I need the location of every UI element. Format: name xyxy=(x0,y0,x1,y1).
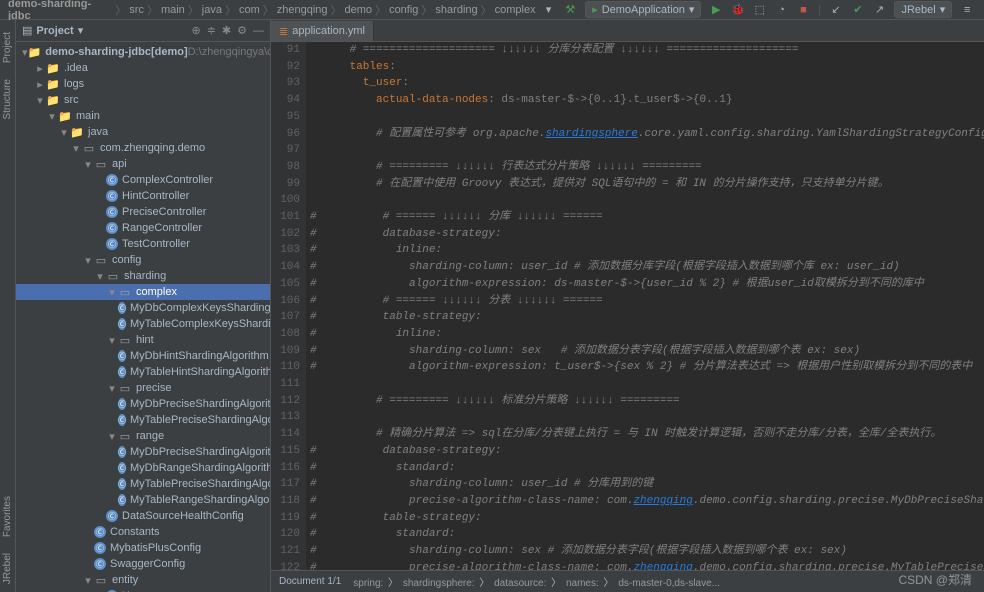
line-number-gutter: 91 92 93 94 95 96 97 98 99 100 101 102 1… xyxy=(271,42,306,570)
tree-item[interactable]: ⒸMyDbPreciseShardingAlgorithm xyxy=(16,444,270,460)
git-update-icon[interactable]: ↙ xyxy=(828,2,844,18)
tree-item[interactable]: ⒸDataSourceHealthConfig xyxy=(16,508,270,524)
git-commit-icon[interactable]: ✔ xyxy=(850,2,866,18)
tree-item[interactable]: ⒸRangeController xyxy=(16,220,270,236)
bc-root[interactable]: demo-sharding-jdbc xyxy=(6,0,114,22)
status-bar: Document 1/1 spring: 〉 shardingsphere: 〉… xyxy=(271,570,984,592)
hide-icon[interactable]: — xyxy=(253,25,264,37)
tree-item[interactable]: ⒸMyTableRangeShardingAlgorithm xyxy=(16,492,270,508)
tree-item[interactable]: ▾▭com.zhengqing.demo xyxy=(16,140,270,156)
stop-icon[interactable]: ■ xyxy=(796,2,812,18)
project-tree[interactable]: ▾📁demo-sharding-jdbc [demo] D:\zhengqing… xyxy=(16,42,270,592)
tree-item[interactable]: ▾📁src xyxy=(16,92,270,108)
tree-item[interactable]: ▸📁.idea xyxy=(16,60,270,76)
select-opened-icon[interactable]: ⊕ xyxy=(191,24,200,37)
tree-item[interactable]: ▾📁demo-sharding-jdbc [demo] D:\zhengqing… xyxy=(16,44,270,60)
tree-item[interactable]: ⒸMyDbRangeShardingAlgorithm xyxy=(16,460,270,476)
panel-menu-icon[interactable]: ▤ xyxy=(22,24,32,37)
tree-item[interactable]: ▾▭hint xyxy=(16,332,270,348)
tree-item[interactable]: ▾▭entity xyxy=(16,572,270,588)
gutter-structure[interactable]: Structure xyxy=(0,71,15,128)
git-push-icon[interactable]: ↗ xyxy=(872,2,888,18)
gutter-favorites[interactable]: Favorites xyxy=(0,488,15,545)
tree-item[interactable]: ⒸHintController xyxy=(16,188,270,204)
tree-item[interactable]: ⒸUser xyxy=(16,588,270,592)
tree-item[interactable]: ▾▭api xyxy=(16,156,270,172)
watermark: CSDN @郑清 xyxy=(898,571,972,588)
tree-item[interactable]: ⒸMyDbHintShardingAlgorithm xyxy=(16,348,270,364)
tree-item[interactable]: ⒸMyTablePreciseShardingAlgorithm xyxy=(16,476,270,492)
profile-icon[interactable]: ◔ xyxy=(774,2,790,18)
tree-item[interactable]: ▾▭sharding xyxy=(16,268,270,284)
tree-item[interactable]: ⒸMyDbComplexKeysShardingAlgorithm xyxy=(16,300,270,316)
hammer-icon[interactable]: ⚒ xyxy=(562,2,578,18)
tree-item[interactable]: ▾▭complex xyxy=(16,284,270,300)
jrebel-selector[interactable]: JRebel▾ xyxy=(894,1,952,18)
tree-item[interactable]: ▸📁logs xyxy=(16,76,270,92)
coverage-icon[interactable]: ⬚ xyxy=(752,2,768,18)
tree-item[interactable]: ⒸMyTableHintShardingAlgorithm xyxy=(16,364,270,380)
tree-item[interactable]: ⒸMyTablePreciseShardingAlgorithm xyxy=(16,412,270,428)
tree-item[interactable]: ⒸComplexController xyxy=(16,172,270,188)
collapse-icon[interactable]: ✱ xyxy=(222,24,231,37)
menu-icon[interactable]: ≡ xyxy=(959,2,975,18)
tree-item[interactable]: ▾📁main xyxy=(16,108,270,124)
tree-item[interactable]: ⒸSwaggerConfig xyxy=(16,556,270,572)
tree-item[interactable]: ⒸMybatisPlusConfig xyxy=(16,540,270,556)
code-content[interactable]: # ==================== ↓↓↓↓↓↓ 分库分表配置 ↓↓↓… xyxy=(306,42,984,570)
tree-item[interactable]: ▾📁java xyxy=(16,124,270,140)
run-icon[interactable]: ▶ xyxy=(708,2,724,18)
tree-item[interactable]: ⒸPreciseController xyxy=(16,204,270,220)
tree-item[interactable]: ▾▭config xyxy=(16,252,270,268)
tree-item[interactable]: ⒸTestController xyxy=(16,236,270,252)
project-panel-title: Project xyxy=(36,25,73,37)
tree-item[interactable]: ▾▭range xyxy=(16,428,270,444)
run-config-selector[interactable]: ▸DemoApplication▾ xyxy=(585,1,701,18)
editor-tabs: ≣ application.yml xyxy=(271,20,984,42)
debug-icon[interactable]: 🐞 xyxy=(730,2,746,18)
tab-application-yml[interactable]: ≣ application.yml xyxy=(271,21,374,41)
left-gutter: Project Structure Favorites JRebel xyxy=(0,20,16,592)
gutter-jrebel[interactable]: JRebel xyxy=(0,545,15,592)
tree-item[interactable]: ⒸConstants xyxy=(16,524,270,540)
navigation-bar: demo-sharding-jdbc 〉src 〉main 〉java 〉com… xyxy=(0,0,984,20)
breadcrumb-path[interactable]: spring: 〉 shardingsphere: 〉 datasource: … xyxy=(351,574,722,589)
project-tool-window: ▤ Project ▾ ⊕ ≑ ✱ ⚙ — ▾📁demo-sharding-jd… xyxy=(16,20,271,592)
tree-item[interactable]: ⒸMyTableComplexKeysShardingAlgorithm xyxy=(16,316,270,332)
tree-item[interactable]: ⒸMyDbPreciseShardingAlgorithm xyxy=(16,396,270,412)
expand-all-icon[interactable]: ≑ xyxy=(207,24,216,37)
yml-file-icon: ≣ xyxy=(279,25,288,38)
editor-area: ≣ application.yml 91 92 93 94 95 96 97 9… xyxy=(271,20,984,592)
settings-icon[interactable]: ⚙ xyxy=(237,24,247,37)
tree-item[interactable]: ▾▭precise xyxy=(16,380,270,396)
build-icon[interactable]: ▾ xyxy=(541,2,557,18)
gutter-project[interactable]: Project xyxy=(0,24,15,71)
